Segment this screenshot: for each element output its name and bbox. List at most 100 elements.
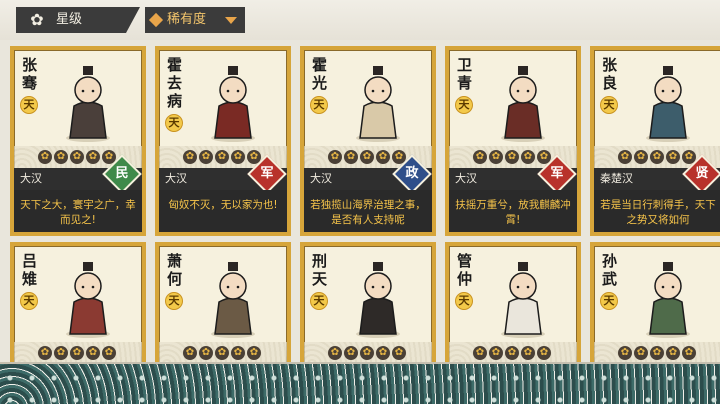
character-name: 刑天 bbox=[312, 252, 328, 288]
star-icon: ✿ bbox=[618, 346, 632, 360]
star-icon: ✿ bbox=[634, 150, 648, 164]
rank-badge: 天 bbox=[455, 96, 473, 114]
star-icon: ✿ bbox=[666, 346, 680, 360]
star-icon: ✿ bbox=[376, 346, 390, 360]
character-name: 萧何 bbox=[167, 252, 183, 288]
star-icon: ✿ bbox=[183, 346, 197, 360]
character-portrait bbox=[630, 60, 706, 142]
star-icon: ✿ bbox=[86, 150, 100, 164]
rank-badge: 天 bbox=[20, 96, 38, 114]
star-icon: ✿ bbox=[86, 346, 100, 360]
star-icon: ✿ bbox=[247, 346, 261, 360]
star-icon: ✿ bbox=[54, 150, 68, 164]
character-portrait bbox=[485, 256, 561, 338]
class-label: 民 bbox=[115, 166, 129, 181]
class-label: 贤 bbox=[695, 166, 709, 181]
star-icon: ✿ bbox=[473, 346, 487, 360]
star-icon: ✿ bbox=[489, 150, 503, 164]
character-card[interactable]: 张良天 ✿ ✿ ✿ ✿ ✿ 秦楚汉贤若是当日行刺得手，天下之势又将如何 bbox=[590, 46, 720, 236]
character-portrait bbox=[195, 60, 271, 142]
star-icon: ✿ bbox=[183, 150, 197, 164]
star-icon: ✿ bbox=[650, 346, 664, 360]
star-rating: ✿ ✿ ✿ ✿ ✿ bbox=[183, 346, 263, 360]
character-quote: 匈奴不灭，无以家为也! bbox=[159, 190, 287, 232]
character-name: 张良 bbox=[602, 56, 618, 92]
character-name: 吕雉 bbox=[22, 252, 38, 288]
character-quote: 若是当日行刺得手，天下之势又将如何 bbox=[594, 190, 720, 232]
character-portrait bbox=[485, 60, 561, 142]
star-icon: ✿ bbox=[199, 346, 213, 360]
ocean-wave-decoration bbox=[0, 362, 720, 404]
star-icon: ✿ bbox=[392, 346, 406, 360]
character-portrait bbox=[50, 256, 126, 338]
character-name: 霍去病 bbox=[167, 56, 183, 110]
star-icon: ✿ bbox=[537, 346, 551, 360]
star-icon: ✿ bbox=[360, 150, 374, 164]
star-icon: ✿ bbox=[102, 346, 116, 360]
star-rating: ✿ ✿ ✿ ✿ ✿ bbox=[38, 346, 118, 360]
character-portrait bbox=[195, 256, 271, 338]
character-card[interactable]: 张骞天 ✿ ✿ ✿ ✿ ✿ 大汉民天下之大，寰宇之广，幸而见之! bbox=[10, 46, 146, 236]
character-card[interactable]: 卫青天 ✿ ✿ ✿ ✿ ✿ 大汉军扶摇万重兮，放我麒麟冲霄! bbox=[445, 46, 581, 236]
star-icon: ✿ bbox=[634, 346, 648, 360]
character-name: 管仲 bbox=[457, 252, 473, 288]
class-label: 政 bbox=[405, 166, 419, 181]
star-filter-label: 星级 bbox=[56, 12, 83, 27]
star-icon: ✿ bbox=[650, 150, 664, 164]
star-icon: ✿ bbox=[231, 150, 245, 164]
star-icon: ✿ bbox=[505, 150, 519, 164]
character-name: 孙武 bbox=[602, 252, 618, 288]
star-icon: ✿ bbox=[215, 346, 229, 360]
rank-badge: 天 bbox=[20, 292, 38, 310]
star-icon: ✿ bbox=[376, 150, 390, 164]
star-filter-tab[interactable]: ✿ 星级 bbox=[16, 7, 140, 33]
star-icon: ✿ bbox=[38, 346, 52, 360]
star-icon: ✿ bbox=[505, 346, 519, 360]
star-rating: ✿ ✿ ✿ ✿ ✿ bbox=[618, 346, 698, 360]
rarity-filter-dropdown[interactable]: 稀有度 bbox=[145, 7, 245, 33]
star-icon: ✿ bbox=[521, 346, 535, 360]
star-icon: ✿ bbox=[328, 346, 342, 360]
star-icon: ✿ bbox=[215, 150, 229, 164]
rank-badge: 天 bbox=[310, 96, 328, 114]
character-quote: 若独揽山海界治理之事，是否有人支持呢 bbox=[304, 190, 432, 232]
star-icon: ✿ bbox=[199, 150, 213, 164]
star-icon: ✿ bbox=[231, 346, 245, 360]
star-icon: ✿ bbox=[70, 150, 84, 164]
class-label: 军 bbox=[260, 166, 274, 181]
character-portrait bbox=[50, 60, 126, 142]
character-name: 卫青 bbox=[457, 56, 473, 92]
rank-badge: 天 bbox=[600, 292, 618, 310]
character-portrait bbox=[340, 256, 416, 338]
flower-icon: ✿ bbox=[30, 10, 44, 29]
character-grid: 张骞天 ✿ ✿ ✿ ✿ ✿ 大汉民天下之大，寰宇之广，幸而见之! 霍去病天 ✿ ✿ ✿ ✿ ✿ 大汉军匈奴… bbox=[0, 42, 720, 404]
star-rating: ✿ ✿ ✿ ✿ ✿ bbox=[618, 150, 698, 164]
star-rating: ✿ ✿ ✿ ✿ ✿ bbox=[328, 150, 408, 164]
rank-badge: 天 bbox=[455, 292, 473, 310]
star-icon: ✿ bbox=[682, 346, 696, 360]
character-portrait bbox=[630, 256, 706, 338]
star-rating: ✿ ✿ ✿ ✿ ✿ bbox=[473, 150, 553, 164]
star-icon: ✿ bbox=[344, 346, 358, 360]
character-quote: 扶摇万重兮，放我麒麟冲霄! bbox=[449, 190, 577, 232]
star-icon: ✿ bbox=[70, 346, 84, 360]
star-icon: ✿ bbox=[328, 150, 342, 164]
rank-badge: 天 bbox=[600, 96, 618, 114]
star-rating: ✿ ✿ ✿ ✿ ✿ bbox=[183, 150, 263, 164]
character-name: 张骞 bbox=[22, 56, 38, 92]
rarity-filter-label: 稀有度 bbox=[167, 12, 207, 27]
star-icon: ✿ bbox=[489, 346, 503, 360]
star-rating: ✿ ✿ ✿ ✿ ✿ bbox=[473, 346, 553, 360]
star-icon: ✿ bbox=[38, 150, 52, 164]
rank-badge: 天 bbox=[165, 292, 183, 310]
class-label: 军 bbox=[550, 166, 564, 181]
star-icon: ✿ bbox=[344, 150, 358, 164]
star-icon: ✿ bbox=[521, 150, 535, 164]
character-card[interactable]: 霍光天 ✿ ✿ ✿ ✿ ✿ 大汉政若独揽山海界治理之事，是否有人支持呢 bbox=[300, 46, 436, 236]
rank-badge: 天 bbox=[165, 114, 183, 132]
star-icon: ✿ bbox=[618, 150, 632, 164]
character-card[interactable]: 霍去病天 ✿ ✿ ✿ ✿ ✿ 大汉军匈奴不灭，无以家为也! bbox=[155, 46, 291, 236]
star-icon: ✿ bbox=[54, 346, 68, 360]
rank-badge: 天 bbox=[310, 292, 328, 310]
triangle-down-icon bbox=[225, 17, 237, 24]
